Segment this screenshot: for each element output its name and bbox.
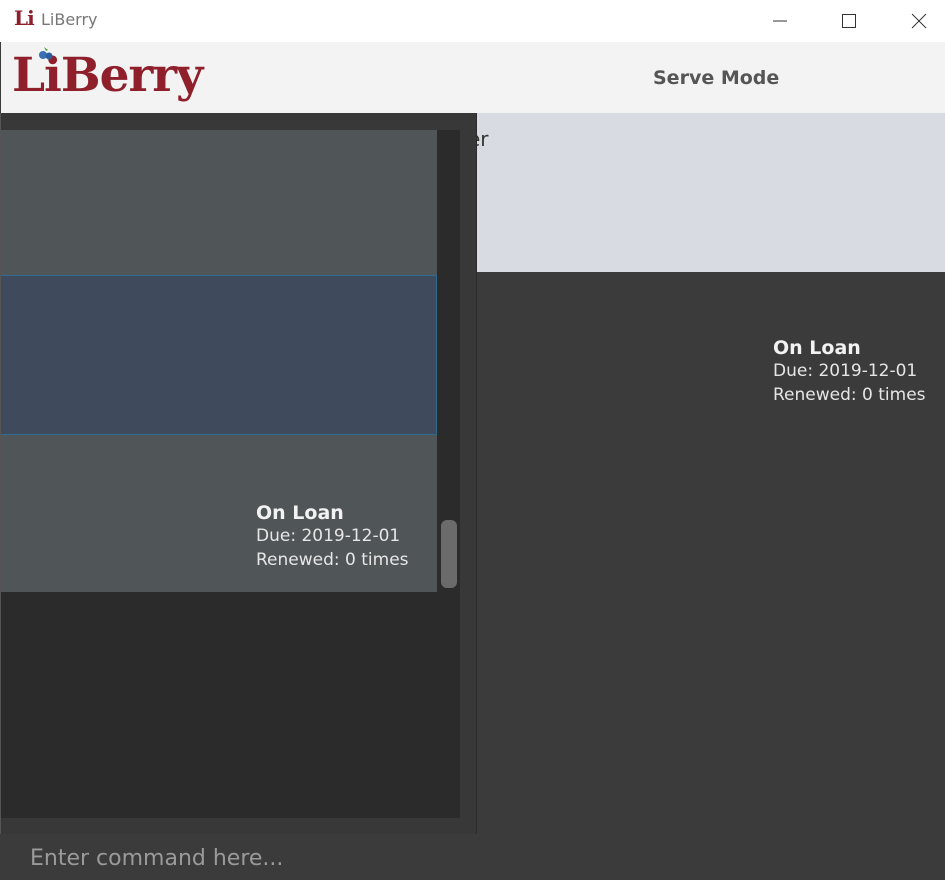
list-scrollbar-thumb[interactable] <box>441 520 457 588</box>
detail-partial-text: er <box>477 127 489 151</box>
list-loan-status: On Loan Due: 2019-12-01 Renewed: 0 times <box>256 502 409 572</box>
renew-count: Renewed: 0 times <box>256 550 409 570</box>
command-input[interactable] <box>18 840 930 876</box>
detail-card: On Loan Due: 2019-12-01 Renewed: 0 times <box>477 272 945 430</box>
command-bar <box>0 834 945 880</box>
berry-icon <box>39 47 53 60</box>
list-item[interactable] <box>0 130 437 275</box>
due-date: Due: 2019-12-01 <box>773 361 918 381</box>
liberry-logo: LiBerry <box>12 47 203 103</box>
list-item-selected[interactable] <box>0 275 437 435</box>
list-item[interactable]: On Loan Due: 2019-12-01 Renewed: 0 times <box>0 435 437 592</box>
renew-count: Renewed: 0 times <box>773 385 926 405</box>
window-titlebar: Li LiBerry <box>0 0 945 42</box>
left-edge-divider <box>0 113 1 834</box>
minimize-icon[interactable] <box>745 0 815 42</box>
loan-status-title: On Loan <box>773 337 861 359</box>
book-list-panel: On Loan Due: 2019-12-01 Renewed: 0 times <box>0 113 477 834</box>
detail-header: er <box>477 113 945 272</box>
detail-loan-status: On Loan Due: 2019-12-01 Renewed: 0 times <box>773 337 926 407</box>
loan-status-title: On Loan <box>256 502 344 524</box>
maximize-icon[interactable] <box>814 0 884 42</box>
window-title: LiBerry <box>41 10 98 29</box>
mode-label: Serve Mode <box>653 67 780 89</box>
app-icon: Li <box>14 6 35 30</box>
app-header: LiBerry Serve Mode <box>1 42 945 113</box>
close-icon[interactable] <box>884 0 945 42</box>
detail-empty-area <box>477 430 945 834</box>
due-date: Due: 2019-12-01 <box>256 526 401 546</box>
